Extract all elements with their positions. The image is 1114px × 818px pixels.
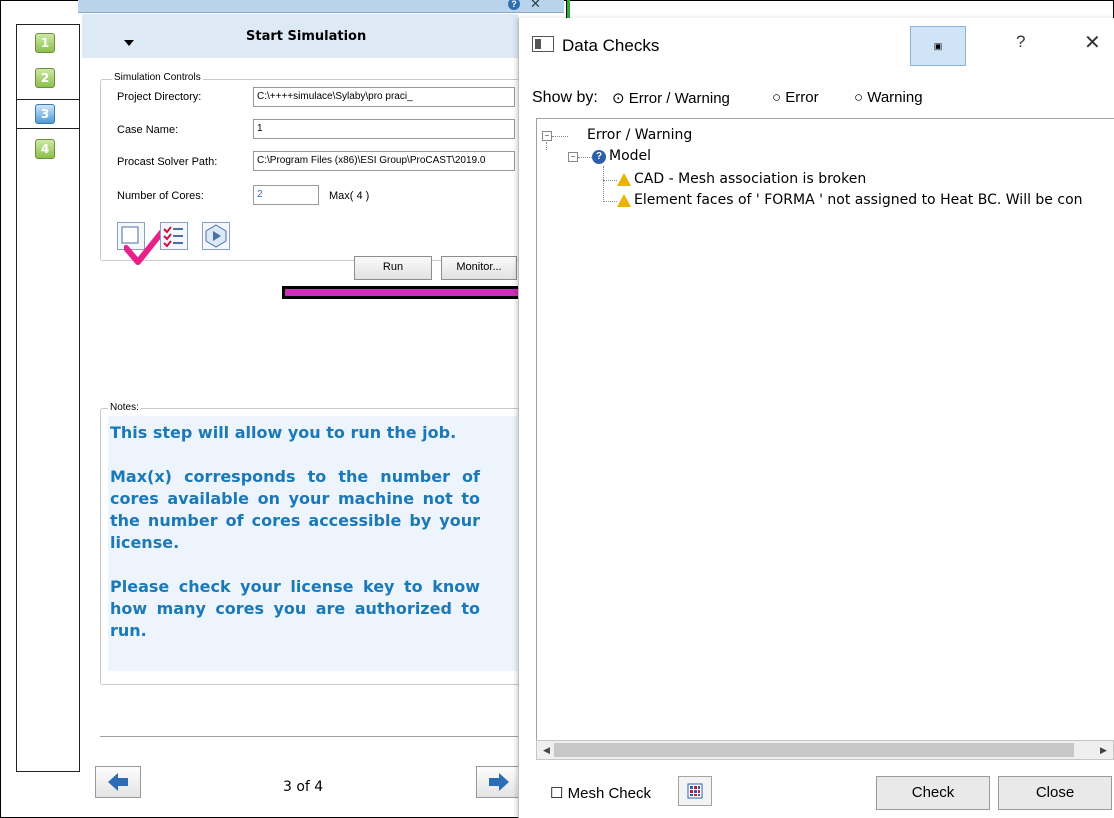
warning-icon: [617, 173, 631, 186]
run-button[interactable]: Run: [354, 256, 432, 280]
scroll-left-icon[interactable]: ◀: [543, 745, 550, 756]
project-directory-field[interactable]: C:\++++simulace\Sylaby\pro praci_: [253, 87, 515, 107]
filter-error-warning-label: Error / Warning: [628, 90, 730, 107]
filter-warning-label: Warning: [867, 89, 923, 106]
cores-max-text: Max( 4 ): [329, 190, 370, 202]
radio-unselected-icon: ○: [772, 89, 782, 106]
tree-line: [546, 142, 547, 150]
filter-error-label: Error: [785, 89, 819, 106]
step-3-button[interactable]: 3: [35, 104, 55, 124]
step-navigation: 1 2 3 4: [16, 24, 80, 772]
scroll-right-icon[interactable]: ▶: [1100, 745, 1107, 756]
page-indicator: 3 of 4: [283, 779, 324, 795]
case-name-field[interactable]: 1: [253, 119, 515, 139]
filter-warning-radio[interactable]: ○ Warning: [854, 89, 923, 106]
notes-paragraph: This step will allow you to run the job.: [110, 423, 457, 442]
checklist-icon: [163, 226, 183, 248]
check-mark-icon: [123, 229, 165, 271]
solver-icon: [205, 224, 227, 248]
solver-button[interactable]: [202, 222, 230, 250]
solver-path-field[interactable]: C:\Program Files (x86)\ESI Group\ProCAST…: [253, 151, 515, 171]
tree-line: [603, 166, 604, 202]
page-title: Start Simulation: [246, 29, 367, 44]
annotation-arrow-shaft: [282, 286, 550, 299]
results-tree[interactable]: [536, 118, 1114, 742]
radio-unselected-icon: ○: [854, 89, 864, 106]
filter-error-warning-radio[interactable]: ⊙ Error / Warning: [612, 89, 730, 107]
window-app-icon: [532, 36, 554, 52]
case-name-label: Case Name:: [117, 124, 179, 136]
dialog-help-button[interactable]: ?: [1016, 32, 1025, 52]
next-arrow-icon: [489, 773, 509, 791]
tree-model-item[interactable]: Model: [609, 148, 651, 164]
check-button[interactable]: Check: [876, 776, 990, 810]
notes-legend: Notes:: [108, 402, 141, 413]
model-icon: ?: [592, 150, 606, 164]
project-directory-label: Project Directory:: [117, 91, 202, 103]
title-strip: [78, 0, 564, 13]
scrollbar-thumb[interactable]: [554, 743, 1074, 757]
cores-label: Number of Cores:: [117, 190, 204, 202]
notes-paragraph: Max(x) corresponds to the number of core…: [110, 467, 480, 552]
collapse-icon[interactable]: −: [568, 152, 578, 162]
step-4-button[interactable]: 4: [35, 139, 55, 159]
step-1-button[interactable]: 1: [35, 33, 55, 53]
filter-error-radio[interactable]: ○ Error: [772, 89, 819, 106]
mesh-check-checkbox[interactable]: ☐ Mesh Check: [550, 784, 651, 802]
next-step-button[interactable]: [476, 766, 522, 798]
restore-button[interactable]: ▣: [910, 26, 966, 66]
tree-line: [552, 136, 568, 137]
tree-root-item[interactable]: Error / Warning: [587, 127, 692, 143]
grid-icon: [687, 783, 703, 799]
solver-path-label: Procast Solver Path:: [117, 156, 218, 168]
cores-input[interactable]: 2: [253, 185, 319, 205]
prev-arrow-icon: [108, 773, 128, 791]
tree-line: [578, 157, 592, 158]
bottom-divider: [100, 736, 520, 737]
radio-selected-icon: ⊙: [612, 90, 625, 107]
chevron-down-icon[interactable]: [124, 40, 134, 46]
mesh-check-label: Mesh Check: [567, 785, 651, 802]
simulation-controls-legend: Simulation Controls: [112, 72, 203, 83]
collapse-icon[interactable]: −: [542, 131, 552, 141]
tree-warning-item[interactable]: Element faces of ' FORMA ' not assigned …: [634, 192, 1083, 208]
checkbox-icon: ☐: [550, 785, 564, 802]
show-by-label: Show by:: [532, 89, 598, 106]
splitter-bar: [566, 0, 570, 18]
tree-line: [603, 180, 617, 181]
notes-paragraph: Please check your license key to know ho…: [110, 577, 480, 640]
tree-warning-item[interactable]: CAD - Mesh association is broken: [634, 171, 866, 187]
dialog-close-button[interactable]: ✕: [1084, 30, 1101, 55]
close-icon[interactable]: ✕: [530, 0, 541, 12]
grid-view-button[interactable]: [678, 776, 712, 806]
step-2-button[interactable]: 2: [35, 68, 55, 88]
monitor-button[interactable]: Monitor...: [441, 256, 517, 280]
dialog-title: Data Checks: [562, 36, 660, 55]
tree-line: [603, 201, 617, 202]
previous-step-button[interactable]: [95, 766, 141, 798]
checklist-button[interactable]: [160, 222, 188, 250]
notes-text: This step will allow you to run the job.…: [110, 422, 480, 664]
close-button[interactable]: Close: [998, 776, 1112, 810]
warning-icon: [617, 194, 631, 207]
